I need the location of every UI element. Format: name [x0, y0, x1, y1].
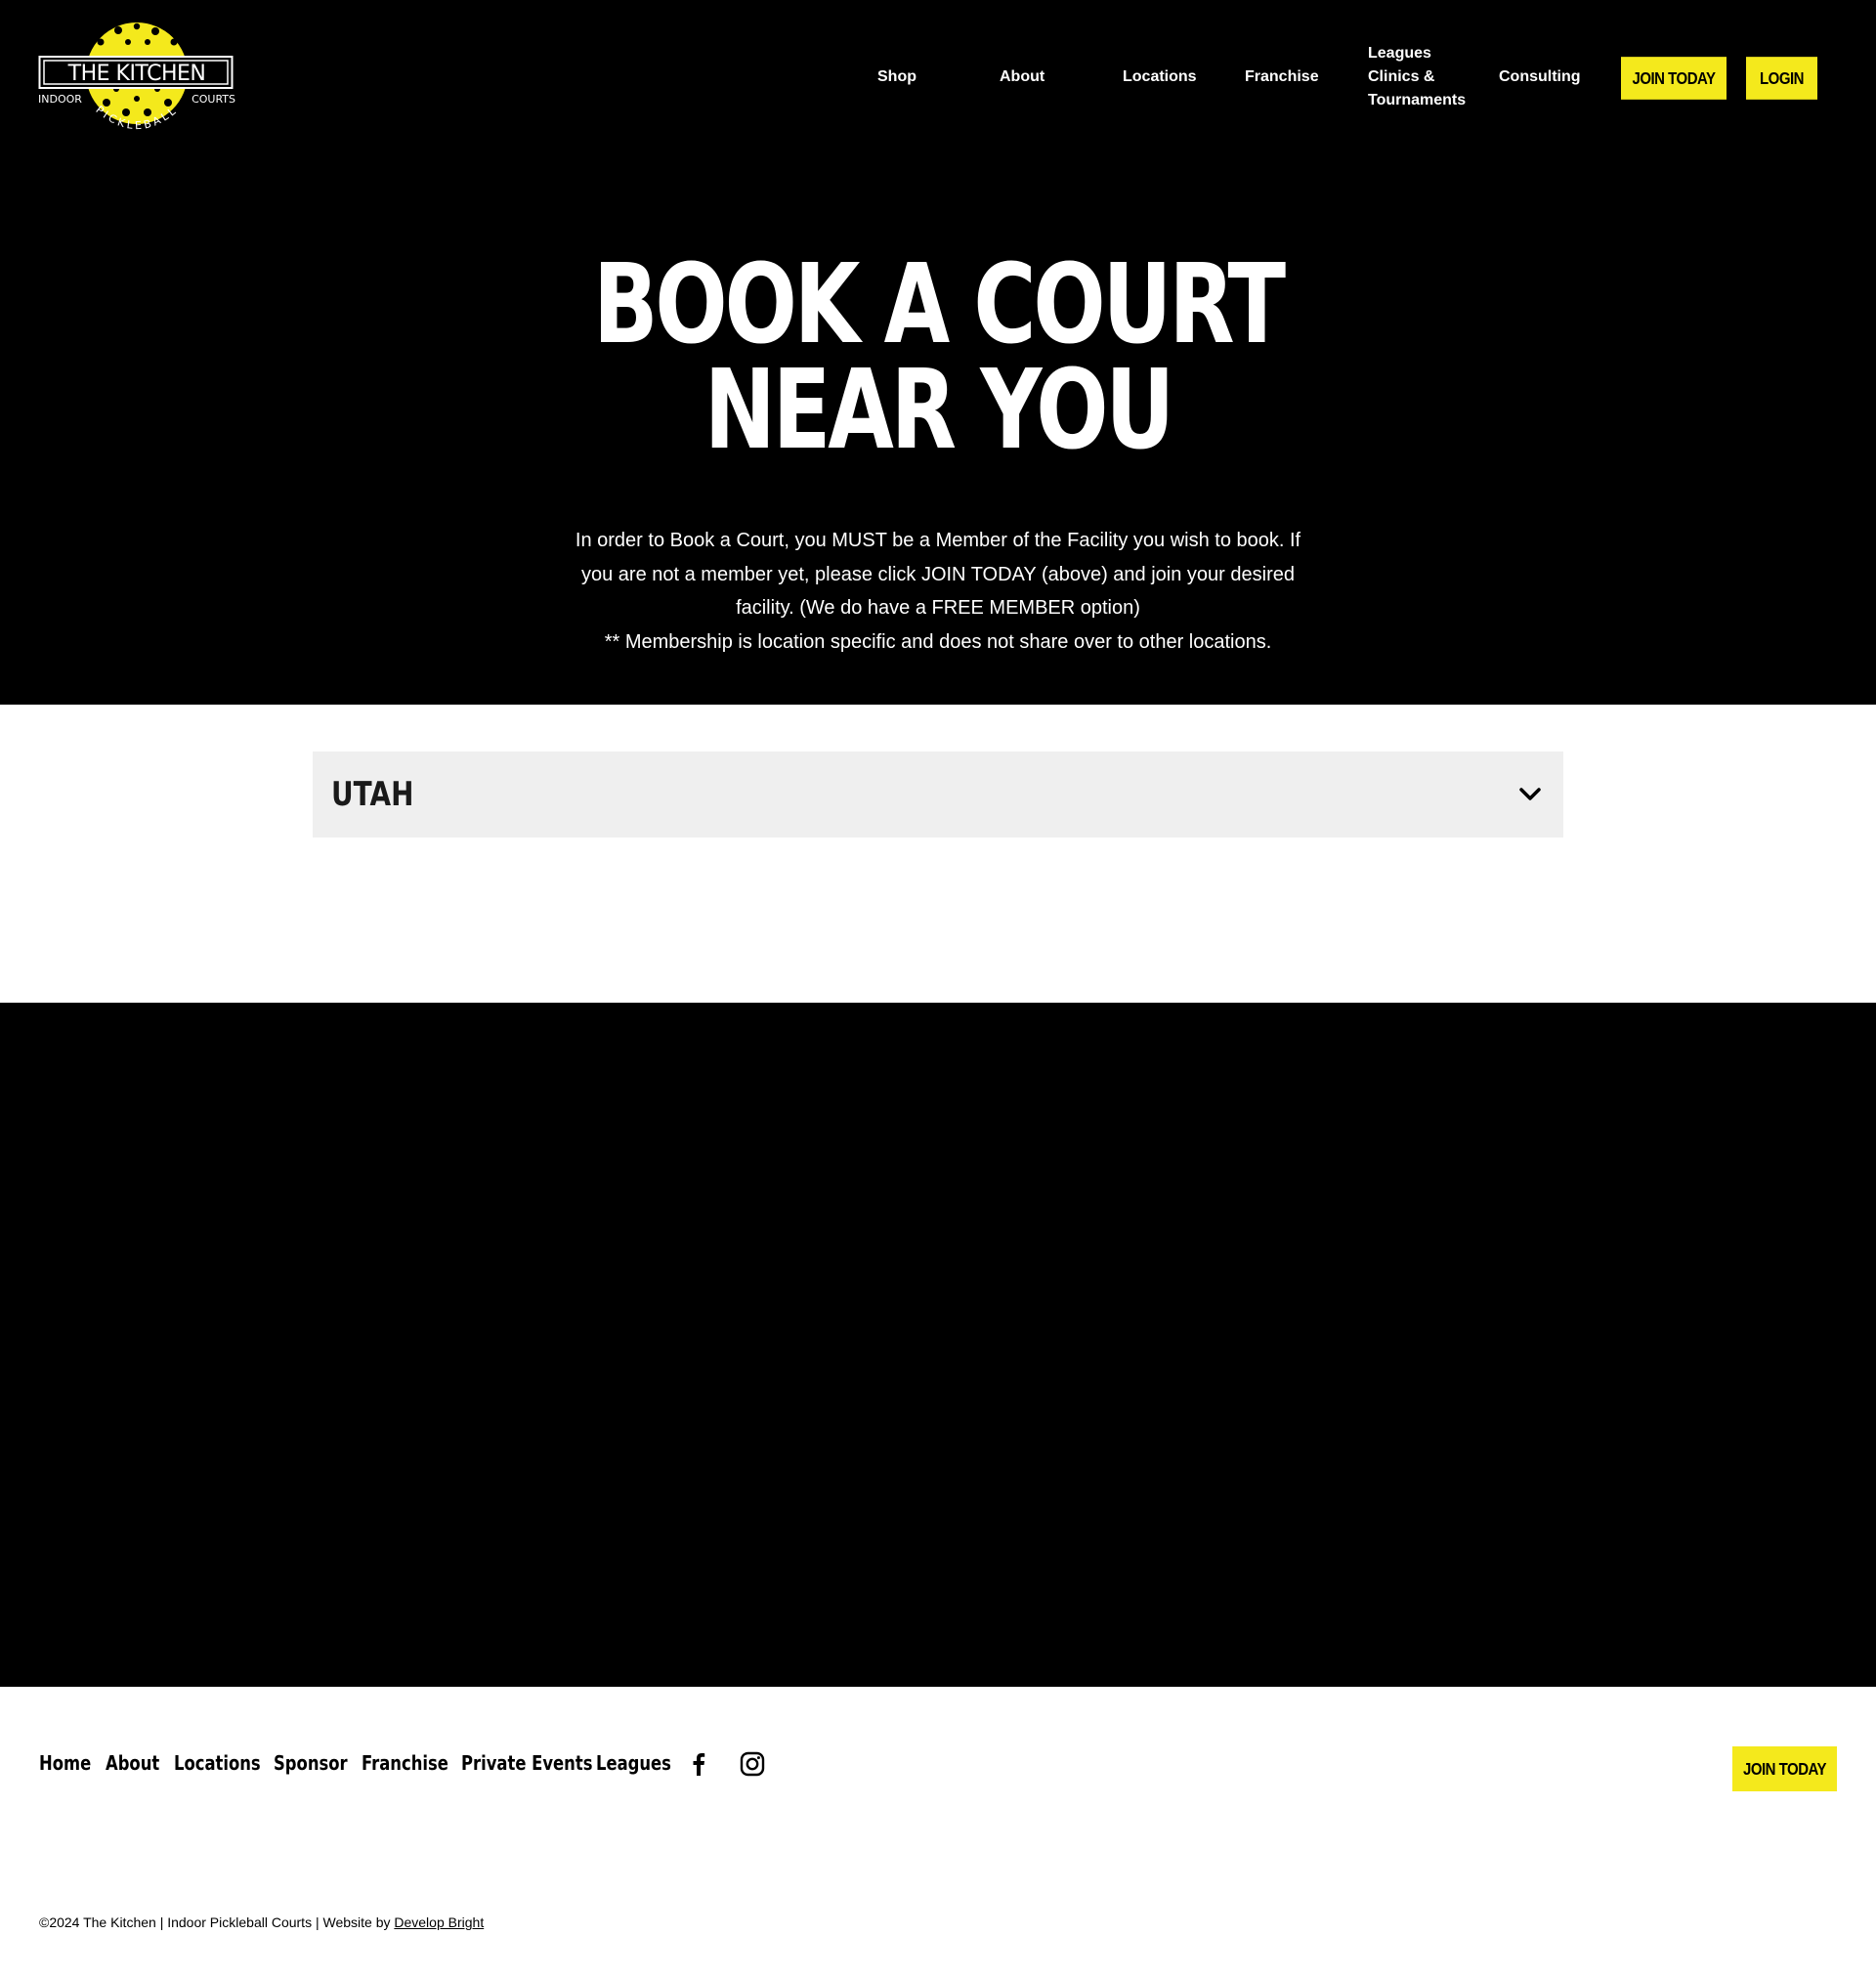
- nav-consulting[interactable]: Consulting: [1499, 65, 1581, 89]
- accordion-utah[interactable]: UTAH: [313, 752, 1563, 838]
- facebook-icon[interactable]: [686, 1751, 711, 1777]
- nav-leagues-line1: Leagues: [1368, 45, 1431, 62]
- nav-leagues-line2: Clinics &: [1368, 68, 1435, 85]
- logo-right-text: COURTS: [192, 93, 235, 106]
- logo-left-text: INDOOR: [38, 93, 82, 106]
- page-title: BOOK A COURT NEAR YOU: [206, 241, 1670, 474]
- footer-link-franchise[interactable]: Franchise: [362, 1749, 448, 1777]
- footer-link-leagues[interactable]: Leagues: [596, 1749, 671, 1777]
- accordion-label: UTAH: [331, 775, 414, 814]
- footer-link-private-events[interactable]: Private Events: [461, 1749, 592, 1777]
- notice-line1: In order to Book a Court, you MUST be a …: [575, 530, 1301, 551]
- footer-join-today-button[interactable]: JOIN TODAY: [1732, 1746, 1837, 1791]
- join-today-button[interactable]: JOIN TODAY: [1621, 57, 1727, 100]
- hero-section: THE KITCHEN INDOOR COURTS PICKLEBALL Sho…: [0, 0, 1876, 705]
- membership-notice: In order to Book a Court, you MUST be a …: [557, 524, 1319, 659]
- copyright-text: ©2024 The Kitchen | Indoor Pickleball Co…: [39, 1914, 395, 1930]
- notice-line2: you are not a member yet, please click J…: [581, 563, 1295, 585]
- kitchen-logo[interactable]: THE KITCHEN INDOOR COURTS PICKLEBALL: [38, 21, 235, 138]
- footer-link-home[interactable]: Home: [39, 1749, 91, 1777]
- page-title-line2: NEAR YOU: [704, 347, 1175, 474]
- nav-shop[interactable]: Shop: [877, 65, 917, 89]
- instagram-icon[interactable]: [740, 1751, 765, 1777]
- nav-leagues-line3: Tournaments: [1368, 92, 1467, 108]
- nav-franchise[interactable]: Franchise: [1245, 65, 1319, 89]
- nav-about[interactable]: About: [1000, 65, 1045, 89]
- login-button[interactable]: LOGIN: [1746, 57, 1817, 100]
- chevron-down-icon: [1519, 788, 1541, 800]
- nav-locations[interactable]: Locations: [1123, 65, 1197, 89]
- develop-bright-link[interactable]: Develop Bright: [394, 1914, 484, 1930]
- nav-leagues-clinics-tournaments[interactable]: Leagues Clinics & Tournaments: [1368, 42, 1475, 112]
- copyright: ©2024 The Kitchen | Indoor Pickleball Co…: [39, 1913, 484, 1932]
- notice-line4: ** Membership is location specific and d…: [604, 630, 1272, 653]
- footer-link-locations[interactable]: Locations: [174, 1749, 261, 1777]
- footer-link-sponsor[interactable]: Sponsor: [274, 1749, 348, 1777]
- map-embed-area: [0, 1003, 1876, 1687]
- notice-line3: facility. (We do have a FREE MEMBER opti…: [736, 597, 1140, 619]
- footer-link-about[interactable]: About: [106, 1749, 159, 1777]
- logo-title: THE KITCHEN: [67, 62, 206, 86]
- page-title-line1: BOOK A COURT: [592, 241, 1286, 368]
